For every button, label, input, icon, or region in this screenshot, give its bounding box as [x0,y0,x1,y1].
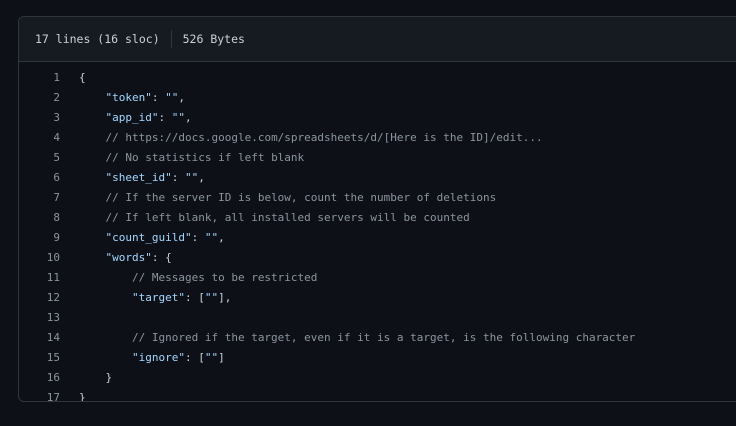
code-token-punct: : [171,171,185,184]
file-size-info: 526 Bytes [182,32,245,46]
code-token-str: "" [204,351,219,364]
line-code: // Messages to be restricted [60,268,317,288]
code-token-punct: } [105,371,113,384]
code-token-punct: ], [218,291,232,304]
file-info-header: 17 lines (16 sloc) 526 Bytes [19,17,736,62]
code-token-str: "" [204,231,219,244]
code-token-punct: : [158,111,172,124]
code-line: 16 } [19,368,736,388]
code-line: 13 [19,308,736,328]
code-token-str: "" [171,111,185,124]
code-line: 17} [19,388,736,402]
line-number[interactable]: 15 [19,348,60,368]
code-line: 9 "count_guild": "", [19,228,736,248]
code-token-comment: // Ignored if the target, even if it is … [131,331,636,344]
line-code: "target": [""], [60,288,231,308]
line-number[interactable]: 6 [19,168,60,188]
code-token-punct: ] [218,351,225,364]
code-line: 10 "words": { [19,248,736,268]
code-token-str: "" [204,291,219,304]
line-code: } [60,388,86,402]
line-number[interactable]: 2 [19,88,60,108]
code-line: 7 // If the server ID is below, count th… [19,188,736,208]
line-number[interactable]: 1 [19,68,60,88]
code-line: 5 // No statistics if left blank [19,148,736,168]
code-token-punct: : [ [184,291,205,304]
code-token-punct: , [178,91,185,104]
code-token-comment: // If the server ID is below, count the … [105,191,497,204]
code-token-key: "app_id" [105,111,159,124]
line-code: } [60,368,113,388]
line-number[interactable]: 16 [19,368,60,388]
line-number[interactable]: 17 [19,388,60,401]
code-line: 4 // https://docs.google.com/spreadsheet… [19,128,736,148]
line-code: { [60,68,86,88]
code-token-comment: // If left blank, all installed servers … [105,211,470,224]
code-line: 11 // Messages to be restricted [19,268,736,288]
code-line: 8 // If left blank, all installed server… [19,208,736,228]
code-line: 14 // Ignored if the target, even if it … [19,328,736,348]
code-token-punct: } [79,391,86,402]
line-code: "sheet_id": "", [60,168,205,188]
line-number[interactable]: 9 [19,228,60,248]
line-number[interactable]: 12 [19,288,60,308]
code-token-str: "" [165,91,179,104]
line-number[interactable]: 14 [19,328,60,348]
line-code: // No statistics if left blank [60,148,305,168]
line-number[interactable]: 10 [19,248,60,268]
line-number[interactable]: 3 [19,108,60,128]
code-token-punct: : [151,91,166,104]
line-code: // If left blank, all installed servers … [60,208,470,228]
code-token-key: "count_guild" [105,231,192,244]
code-token-comment: // https://docs.google.com/spreadsheets/… [105,131,543,144]
line-number[interactable]: 4 [19,128,60,148]
code-line: 2 "token": "", [19,88,736,108]
code-token-key: "token" [105,91,152,104]
line-code: "count_guild": "", [60,228,225,248]
line-count-info: 17 lines (16 sloc) [35,32,160,46]
code-line: 3 "app_id": "", [19,108,736,128]
code-token-punct: : [191,231,205,244]
code-token-key: "sheet_id" [105,171,172,184]
line-code: // If the server ID is below, count the … [60,188,497,208]
code-line: 1{ [19,68,736,88]
code-token-key: "target" [131,291,185,304]
code-token-punct: : [ [184,351,205,364]
code-token-comment: // No statistics if left blank [105,151,305,164]
code-token-punct: , [218,231,225,244]
code-token-punct: , [184,111,192,124]
line-code: "ignore": [""] [60,348,225,368]
code-token-key: "words" [105,251,152,264]
code-token-punct: { [79,71,86,84]
code-token-punct: : { [151,251,172,264]
code-line: 12 "target": [""], [19,288,736,308]
code-token-str: "" [184,171,199,184]
code-area: 1{2 "token": "", 3 "app_id": "", 4 // http… [19,62,736,402]
line-number[interactable]: 8 [19,208,60,228]
code-token-comment: // Messages to be restricted [131,271,318,284]
line-code: "words": { [60,248,172,268]
header-divider [170,30,172,48]
line-number[interactable]: 13 [19,308,60,328]
line-code: "token": "", [60,88,185,108]
code-token-key: "ignore" [131,351,185,364]
line-number[interactable]: 7 [19,188,60,208]
code-line: 15 "ignore": [""] [19,348,736,368]
line-code: // Ignored if the target, even if it is … [60,328,635,348]
line-number[interactable]: 11 [19,268,60,288]
line-code: // https://docs.google.com/spreadsheets/… [60,128,543,148]
code-line: 6 "sheet_id": "", [19,168,736,188]
line-code: "app_id": "", [60,108,192,128]
line-number[interactable]: 5 [19,148,60,168]
file-viewer: 17 lines (16 sloc) 526 Bytes 1{2 "token"… [18,16,736,402]
code-token-punct: , [198,171,205,184]
